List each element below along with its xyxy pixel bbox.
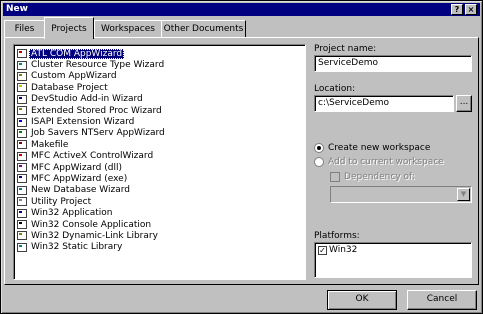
list-item[interactable]: Utility Project [17, 196, 305, 207]
database-icon [17, 83, 27, 93]
win32-app-icon [17, 208, 27, 218]
list-item[interactable]: ISAPI Extension Wizard [17, 116, 305, 127]
tab-files[interactable]: Files [4, 20, 45, 38]
cluster-icon [17, 60, 27, 70]
close-button[interactable]: × [465, 4, 477, 15]
list-item[interactable]: Win32 Static Library [17, 242, 305, 253]
list-item[interactable]: Makefile [17, 139, 305, 150]
console-icon [17, 220, 27, 230]
platforms-list[interactable]: ✓ Win32 [314, 242, 472, 278]
dll-icon [17, 231, 27, 241]
activex-icon [17, 151, 27, 161]
mfc-exe-icon [17, 174, 27, 184]
tab-projects[interactable]: Projects [44, 17, 94, 39]
mfc-dll-icon [17, 163, 27, 173]
tab-other-documents[interactable]: Other Documents [161, 20, 246, 38]
radio-selected-icon [314, 143, 324, 153]
project-name-label: Project name: [314, 44, 377, 54]
create-workspace-option[interactable]: Create new workspace [314, 143, 430, 153]
dependency-combo[interactable]: ▼ [330, 186, 472, 203]
list-item[interactable]: Database Project [17, 82, 305, 93]
makefile-icon [17, 140, 27, 150]
add-workspace-option[interactable]: Add to current workspace [314, 157, 444, 167]
projects-panel: ATL COM AppWizard Cluster Resource Type … [4, 37, 479, 285]
stored-proc-icon [17, 106, 27, 116]
list-item[interactable]: MFC AppWizard (dll) [17, 162, 305, 173]
list-item[interactable]: Win32 Dynamic-Link Library [17, 230, 305, 241]
list-item[interactable]: Custom AppWizard [17, 71, 305, 82]
list-item[interactable]: MFC AppWizard (exe) [17, 173, 305, 184]
dependency-checkbox[interactable]: Dependency of: [330, 172, 415, 182]
globe-icon [17, 117, 27, 127]
location-field[interactable]: c:\ServiceDemo [314, 95, 454, 112]
list-item[interactable]: Extended Stored Proc Wizard [17, 105, 305, 116]
ok-button[interactable]: OK [327, 290, 397, 310]
chevron-down-icon[interactable]: ▼ [457, 188, 470, 201]
atl-icon [17, 49, 27, 59]
list-item[interactable]: Job Savers NTServ AppWizard [17, 128, 305, 139]
help-button[interactable]: ? [451, 4, 463, 15]
new-dialog: New ? × Files Projects Workspaces Other … [0, 0, 483, 314]
window-title: New [6, 4, 28, 14]
title-bar: New ? × [3, 3, 480, 16]
checkbox-checked-icon: ✓ [318, 245, 327, 255]
browse-button[interactable]: ... [456, 95, 472, 112]
list-item[interactable]: ATL COM AppWizard [17, 48, 305, 59]
list-item[interactable]: DevStudio Add-in Wizard [17, 94, 305, 105]
service-icon [17, 128, 27, 138]
checkbox-icon [330, 172, 340, 182]
cancel-button[interactable]: Cancel [407, 290, 477, 310]
location-label: Location: [314, 84, 356, 94]
radio-icon [314, 157, 324, 167]
list-item[interactable]: MFC ActiveX ControlWizard [17, 151, 305, 162]
list-item[interactable]: Win32 Application [17, 207, 305, 218]
platforms-label: Platforms: [314, 231, 360, 241]
tab-workspaces[interactable]: Workspaces [94, 20, 162, 38]
project-name-field[interactable]: ServiceDemo [314, 55, 472, 72]
platform-item[interactable]: ✓ Win32 [318, 245, 468, 255]
list-item[interactable]: Win32 Console Application [17, 219, 305, 230]
list-item[interactable]: Cluster Resource Type Wizard [17, 59, 305, 70]
addin-icon [17, 94, 27, 104]
new-db-icon [17, 185, 27, 195]
list-item[interactable]: New Database Wizard [17, 185, 305, 196]
project-type-list[interactable]: ATL COM AppWizard Cluster Resource Type … [13, 44, 306, 280]
utility-icon [17, 197, 27, 207]
lib-icon [17, 242, 27, 252]
wizard-icon [17, 71, 27, 81]
